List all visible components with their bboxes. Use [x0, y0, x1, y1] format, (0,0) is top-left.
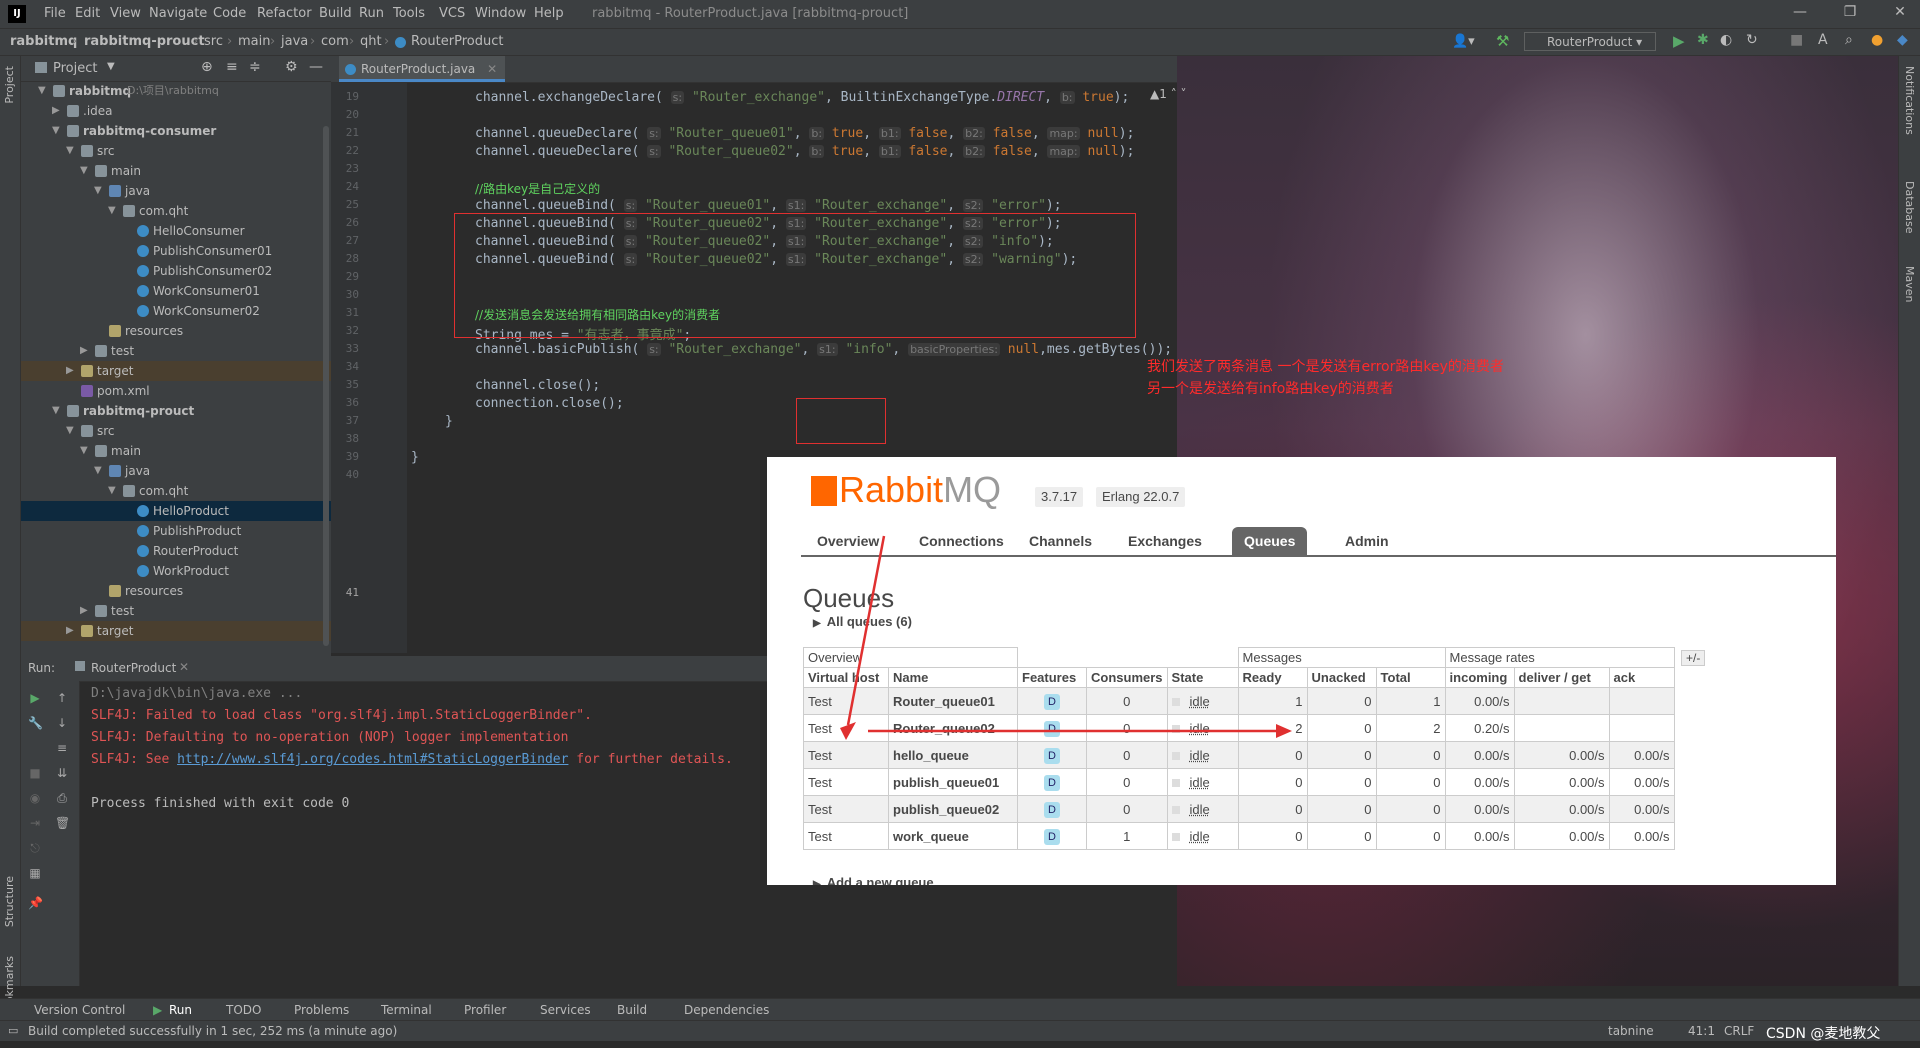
tabnine-widget[interactable]: tabnine [1608, 1024, 1654, 1038]
line-separator[interactable]: CRLF [1724, 1024, 1754, 1038]
tool-build[interactable]: Build [617, 1003, 647, 1017]
annotation-arrow-line [846, 535, 886, 726]
tool-todo[interactable]: TODO [226, 1003, 261, 1017]
status-bar: ▭ Build completed successfully in 1 sec,… [0, 1020, 1920, 1042]
tool-problems[interactable]: Problems [294, 1003, 349, 1017]
tool-version-control[interactable]: Version Control [34, 1003, 125, 1017]
tool-profiler[interactable]: Profiler [464, 1003, 506, 1017]
annotation-arrow-head [1276, 724, 1292, 738]
tool-dependencies[interactable]: Dependencies [684, 1003, 769, 1017]
tool-services[interactable]: Services [540, 1003, 591, 1017]
run-icon: ▶ [153, 1003, 163, 1017]
tool-run[interactable]: Run [169, 1003, 192, 1017]
csdn-watermark: CSDN @麦地教父 [1766, 1026, 1881, 1042]
status-icon: ▭ [8, 1024, 19, 1037]
tool-window-bar: Version Control ▶ Run TODO Problems Term… [0, 998, 1920, 1021]
tool-terminal[interactable]: Terminal [381, 1003, 432, 1017]
status-message[interactable]: Build completed successfully in 1 sec, 2… [28, 1024, 397, 1038]
annotation-arrows [840, 535, 1292, 740]
caret-position[interactable]: 41:1 [1688, 1024, 1715, 1038]
